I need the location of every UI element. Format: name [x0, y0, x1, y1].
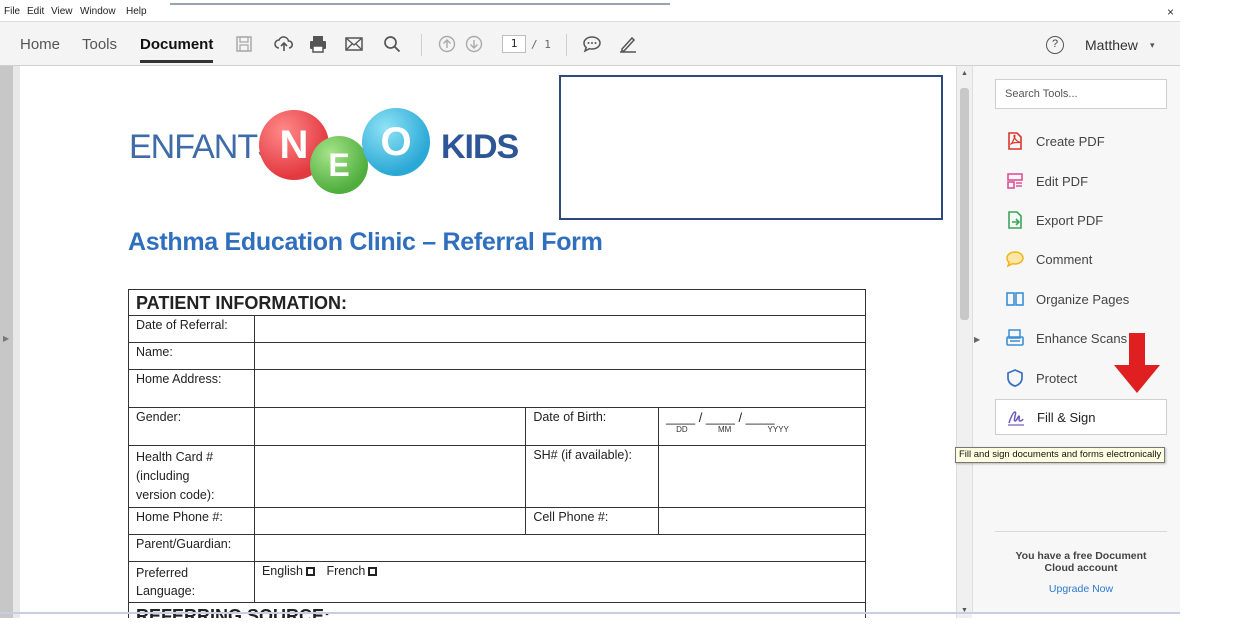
tool-create-pdf[interactable]: Create PDF [995, 123, 1167, 159]
menu-bar: File Edit View Window Help × [0, 0, 1180, 22]
upload-cloud-icon[interactable] [272, 32, 296, 56]
email-icon[interactable] [342, 32, 366, 56]
field-gender[interactable] [253, 407, 527, 446]
tab-document[interactable]: Document [140, 36, 214, 63]
tab-tools[interactable]: Tools [82, 36, 117, 53]
tool-export-pdf[interactable]: Export PDF [995, 202, 1167, 238]
close-window-button[interactable]: × [1167, 5, 1174, 19]
print-icon[interactable] [306, 32, 330, 56]
search-icon[interactable] [380, 32, 404, 56]
checkbox-french[interactable] [368, 567, 378, 576]
upgrade-now-link[interactable]: Upgrade Now [995, 583, 1167, 595]
section-heading-referring: REFERRING SOURCE: [128, 602, 866, 618]
help-icon[interactable]: ? [1046, 36, 1064, 54]
menu-view[interactable]: View [51, 6, 73, 17]
main-toolbar: Home Tools Document 1 / 1 ? Matthew ▾ [0, 22, 1180, 66]
logo-text-enfants: ENFANTS [129, 128, 280, 166]
logo-ball-e: E [310, 136, 368, 194]
checkbox-english[interactable] [305, 567, 315, 576]
field-name[interactable] [253, 342, 867, 370]
page-number-input[interactable]: 1 [502, 35, 526, 53]
fill-sign-tooltip: Fill and sign documents and forms electr… [955, 447, 1166, 463]
toolbar-separator [566, 34, 567, 56]
label-date-of-referral: Date of Referral: [128, 315, 255, 343]
red-arrow-annotation [1114, 333, 1160, 393]
export-pdf-icon [1004, 209, 1026, 231]
toolbar-separator [421, 34, 422, 56]
tab-home[interactable]: Home [20, 36, 60, 53]
collapse-pane-icon[interactable]: ▶ [974, 335, 980, 344]
field-preferred-language: English French [253, 561, 867, 603]
form-title: Asthma Education Clinic – Referral Form [128, 228, 603, 256]
tool-comment[interactable]: Comment [995, 241, 1167, 277]
shield-icon [1004, 367, 1026, 389]
window-edge [170, 3, 670, 5]
patient-info-table: PATIENT INFORMATION: Date of Referral: N… [128, 289, 867, 618]
previous-page-icon[interactable] [435, 32, 459, 56]
acrobat-window: File Edit View Window Help × Home Tools … [0, 0, 1260, 624]
tool-edit-pdf[interactable]: Edit PDF [995, 163, 1167, 199]
logo-ball-o: O [362, 108, 430, 176]
left-nav-gutter[interactable]: ▶ [0, 66, 13, 618]
field-sh-number[interactable] [658, 445, 866, 508]
dob-format-hint: DD MM YYYY [676, 425, 789, 434]
create-pdf-icon [1004, 130, 1026, 152]
label-gender: Gender: [128, 407, 255, 446]
user-menu[interactable]: Matthew [1085, 37, 1138, 53]
field-health-card[interactable] [253, 445, 527, 508]
label-cell-phone: Cell Phone #: [525, 507, 660, 535]
field-parent-guardian[interactable] [253, 534, 867, 562]
pdf-page: ENFANTS N E O KIDS Asthma Education Clin… [20, 66, 956, 618]
scrollbar-thumb[interactable] [960, 88, 969, 320]
organize-pages-icon [1004, 288, 1026, 310]
label-parent-guardian: Parent/Guardian: [128, 534, 255, 562]
tool-organize-pages[interactable]: Organize Pages [995, 281, 1167, 317]
enhance-scans-icon [1004, 327, 1026, 349]
menu-edit[interactable]: Edit [27, 6, 44, 17]
field-home-address[interactable] [253, 369, 867, 408]
label-home-address: Home Address: [128, 369, 255, 408]
sign-icon[interactable] [616, 32, 640, 56]
scroll-up-icon[interactable]: ▲ [961, 70, 968, 77]
signature-field-box[interactable] [559, 75, 943, 220]
fill-sign-icon [1005, 406, 1027, 428]
section-heading-patient: PATIENT INFORMATION: [128, 289, 866, 316]
search-tools-input[interactable]: Search Tools... [995, 79, 1167, 109]
cloud-account-promo: You have a free Document Cloud account U… [995, 531, 1167, 595]
expand-left-panel-icon[interactable]: ▶ [3, 334, 9, 343]
field-cell-phone[interactable] [658, 507, 866, 535]
label-preferred-language: Preferred Language: [128, 561, 255, 603]
option-french-label: French [326, 564, 366, 578]
menu-window[interactable]: Window [80, 6, 116, 17]
option-english-label: English [261, 564, 303, 578]
comment-icon[interactable] [580, 32, 604, 56]
label-health-card: Health Card # (including version code): [128, 445, 255, 508]
edit-pdf-icon [1004, 170, 1026, 192]
document-scrollbar[interactable]: ▲ ▼ [956, 66, 972, 618]
logo-text-kids: KIDS [441, 128, 519, 166]
page-total: / 1 [531, 38, 551, 51]
field-home-phone[interactable] [253, 507, 527, 535]
window-bottom-edge [0, 612, 1180, 614]
tool-fill-sign[interactable]: Fill & Sign [995, 399, 1167, 435]
document-pane: ▶ ENFANTS N E O KIDS Asthma Education Cl… [0, 66, 960, 618]
menu-help[interactable]: Help [126, 6, 147, 17]
label-sh-number: SH# (if available): [525, 445, 660, 508]
label-home-phone: Home Phone #: [128, 507, 255, 535]
next-page-icon[interactable] [462, 32, 486, 56]
menu-file[interactable]: File [4, 6, 20, 17]
field-date-of-referral[interactable] [253, 315, 867, 343]
save-icon[interactable] [232, 32, 256, 56]
dob-slots: ____ / ____ / ____ [666, 410, 775, 425]
comment-icon [1004, 248, 1026, 270]
field-date-of-birth[interactable]: ____ / ____ / ____ DD MM YYYY [658, 407, 866, 446]
label-name: Name: [128, 342, 255, 370]
label-date-of-birth: Date of Birth: [525, 407, 660, 446]
chevron-down-icon[interactable]: ▾ [1150, 40, 1155, 51]
